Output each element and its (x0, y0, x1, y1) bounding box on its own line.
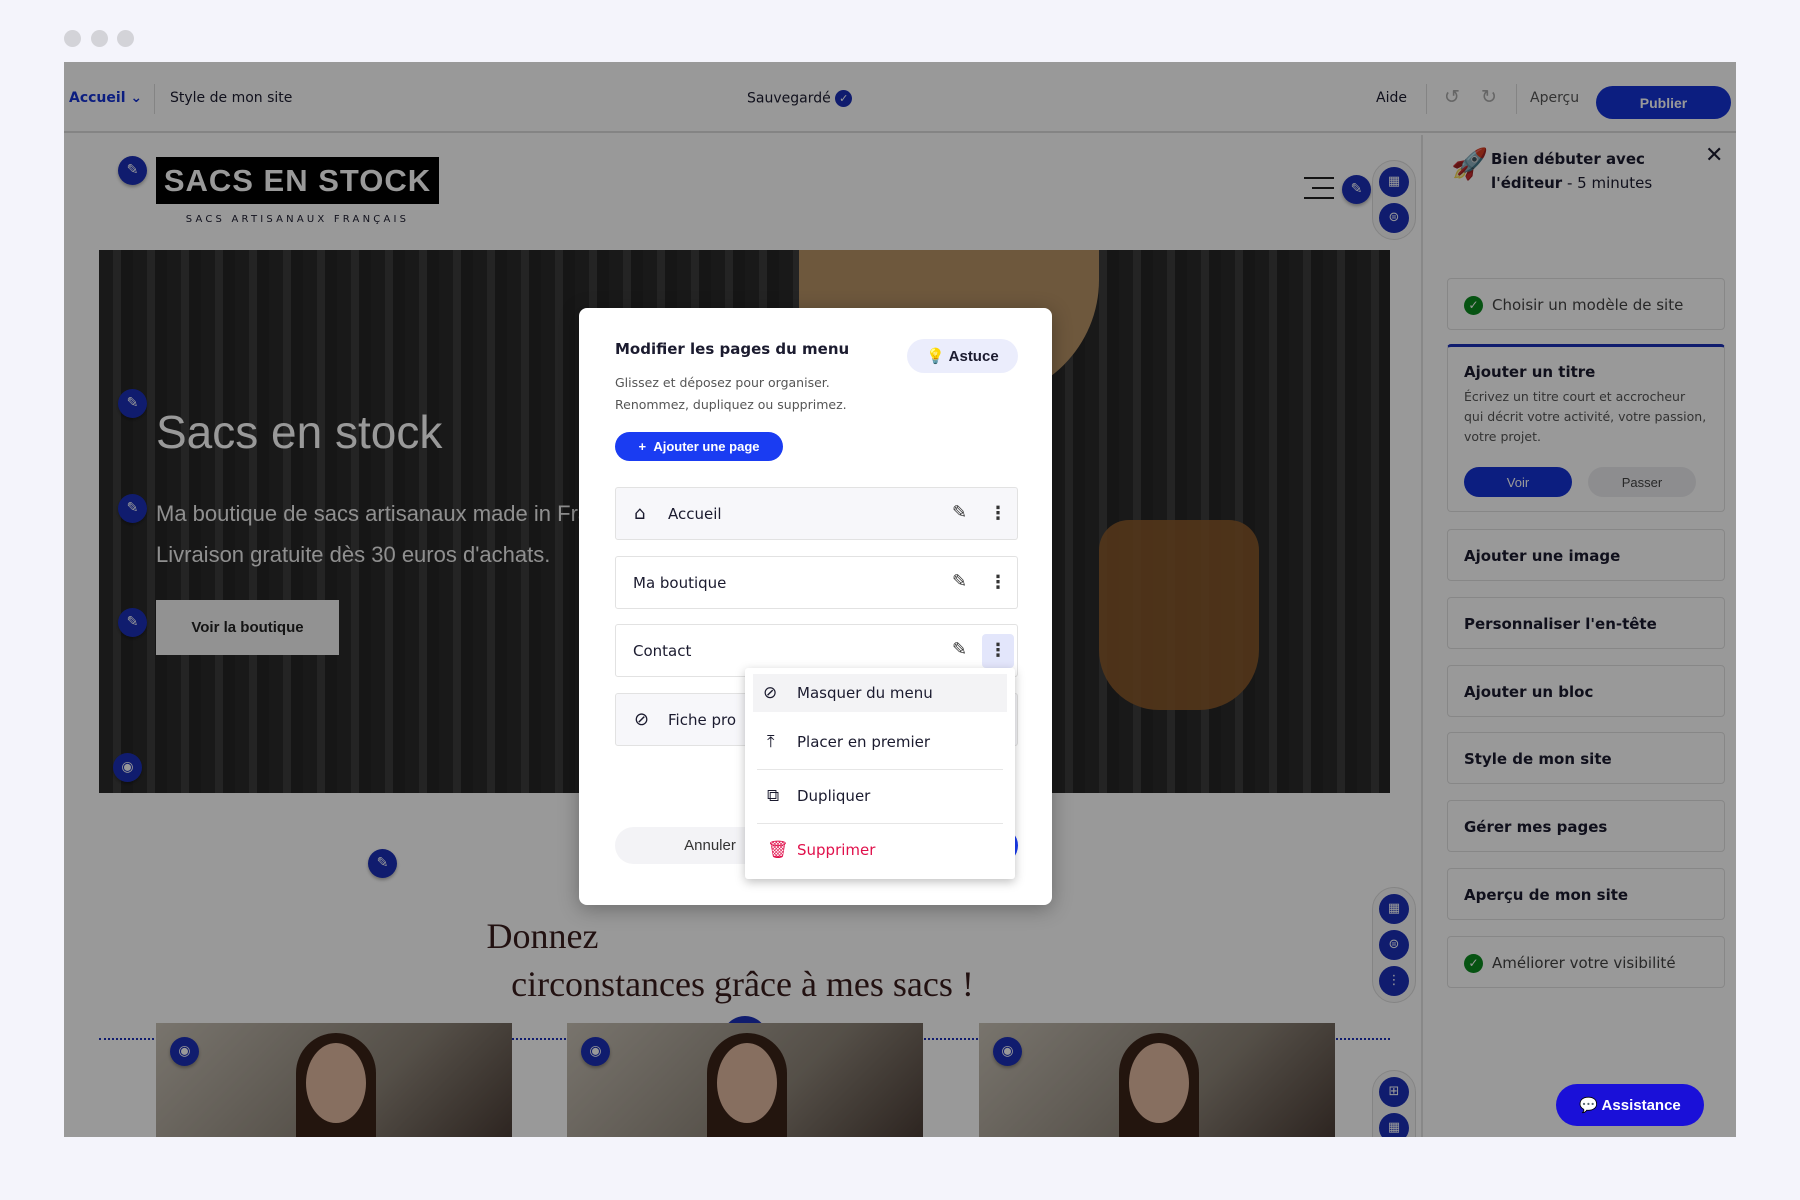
pencil-icon[interactable]: ✎ (952, 502, 967, 523)
menu-item-hide[interactable]: ⊘ Masquer du menu (753, 674, 1007, 712)
more-options-icon[interactable]: ⋮ (982, 497, 1014, 531)
home-icon: ⌂ (634, 503, 646, 524)
page-row-accueil[interactable]: ⌂ Accueil ✎ ⋮ (615, 487, 1018, 540)
tip-label: Astuce (948, 348, 999, 365)
modal-title: Modifier les pages du menu (615, 340, 850, 358)
add-page-button[interactable]: + Ajouter une page (615, 432, 783, 461)
menu-item-label: Masquer du menu (797, 684, 933, 702)
pencil-icon[interactable]: ✎ (952, 639, 967, 660)
page-row-ma-boutique[interactable]: Ma boutique ✎ ⋮ (615, 556, 1018, 609)
chat-bubble-icon: 💬 (1579, 1097, 1598, 1114)
menu-item-duplicate[interactable]: ⧉ Dupliquer (757, 774, 1003, 824)
window-dot-minimize (91, 30, 108, 47)
move-top-icon: ⤒ (767, 732, 775, 752)
modal-description: Renommez, dupliquez ou supprimez. (615, 397, 847, 412)
pencil-icon[interactable]: ✎ (952, 571, 967, 592)
page-label: Accueil (668, 505, 722, 523)
eye-off-icon: ⊘ (634, 709, 650, 730)
lightbulb-icon: 💡 (926, 348, 946, 365)
window-dot-maximize (117, 30, 134, 47)
eye-off-icon: ⊘ (763, 683, 778, 703)
tip-button[interactable]: 💡 Astuce (907, 339, 1018, 373)
menu-item-label: Dupliquer (797, 787, 871, 805)
more-options-icon[interactable]: ⋮ (982, 566, 1014, 600)
menu-item-move-top[interactable]: ⤒ Placer en premier (757, 720, 1003, 770)
assistance-label: Assistance (1601, 1097, 1681, 1114)
add-page-label: Ajouter une page (653, 439, 760, 454)
menu-item-label: Placer en premier (797, 733, 931, 751)
more-options-icon[interactable]: ⋮ (982, 634, 1014, 668)
menu-item-delete[interactable]: 🗑 Supprimer (757, 828, 1003, 878)
page-options-menu: ⊘ Masquer du menu ⤒ Placer en premier ⧉ Dup… (745, 668, 1015, 879)
page-label: Contact (633, 642, 692, 660)
assistance-button[interactable]: 💬 Assistance (1556, 1084, 1704, 1126)
page-label: Fiche pro (668, 711, 736, 729)
page-label: Ma boutique (633, 574, 727, 592)
trash-icon: 🗑 (767, 840, 789, 860)
menu-item-label: Supprimer (797, 841, 876, 859)
copy-icon: ⧉ (767, 786, 780, 806)
edit-menu-pages-modal: Modifier les pages du menu Glissez et dé… (579, 308, 1052, 905)
modal-description: Glissez et déposez pour organiser. (615, 375, 830, 390)
window-dot-close (64, 30, 81, 47)
